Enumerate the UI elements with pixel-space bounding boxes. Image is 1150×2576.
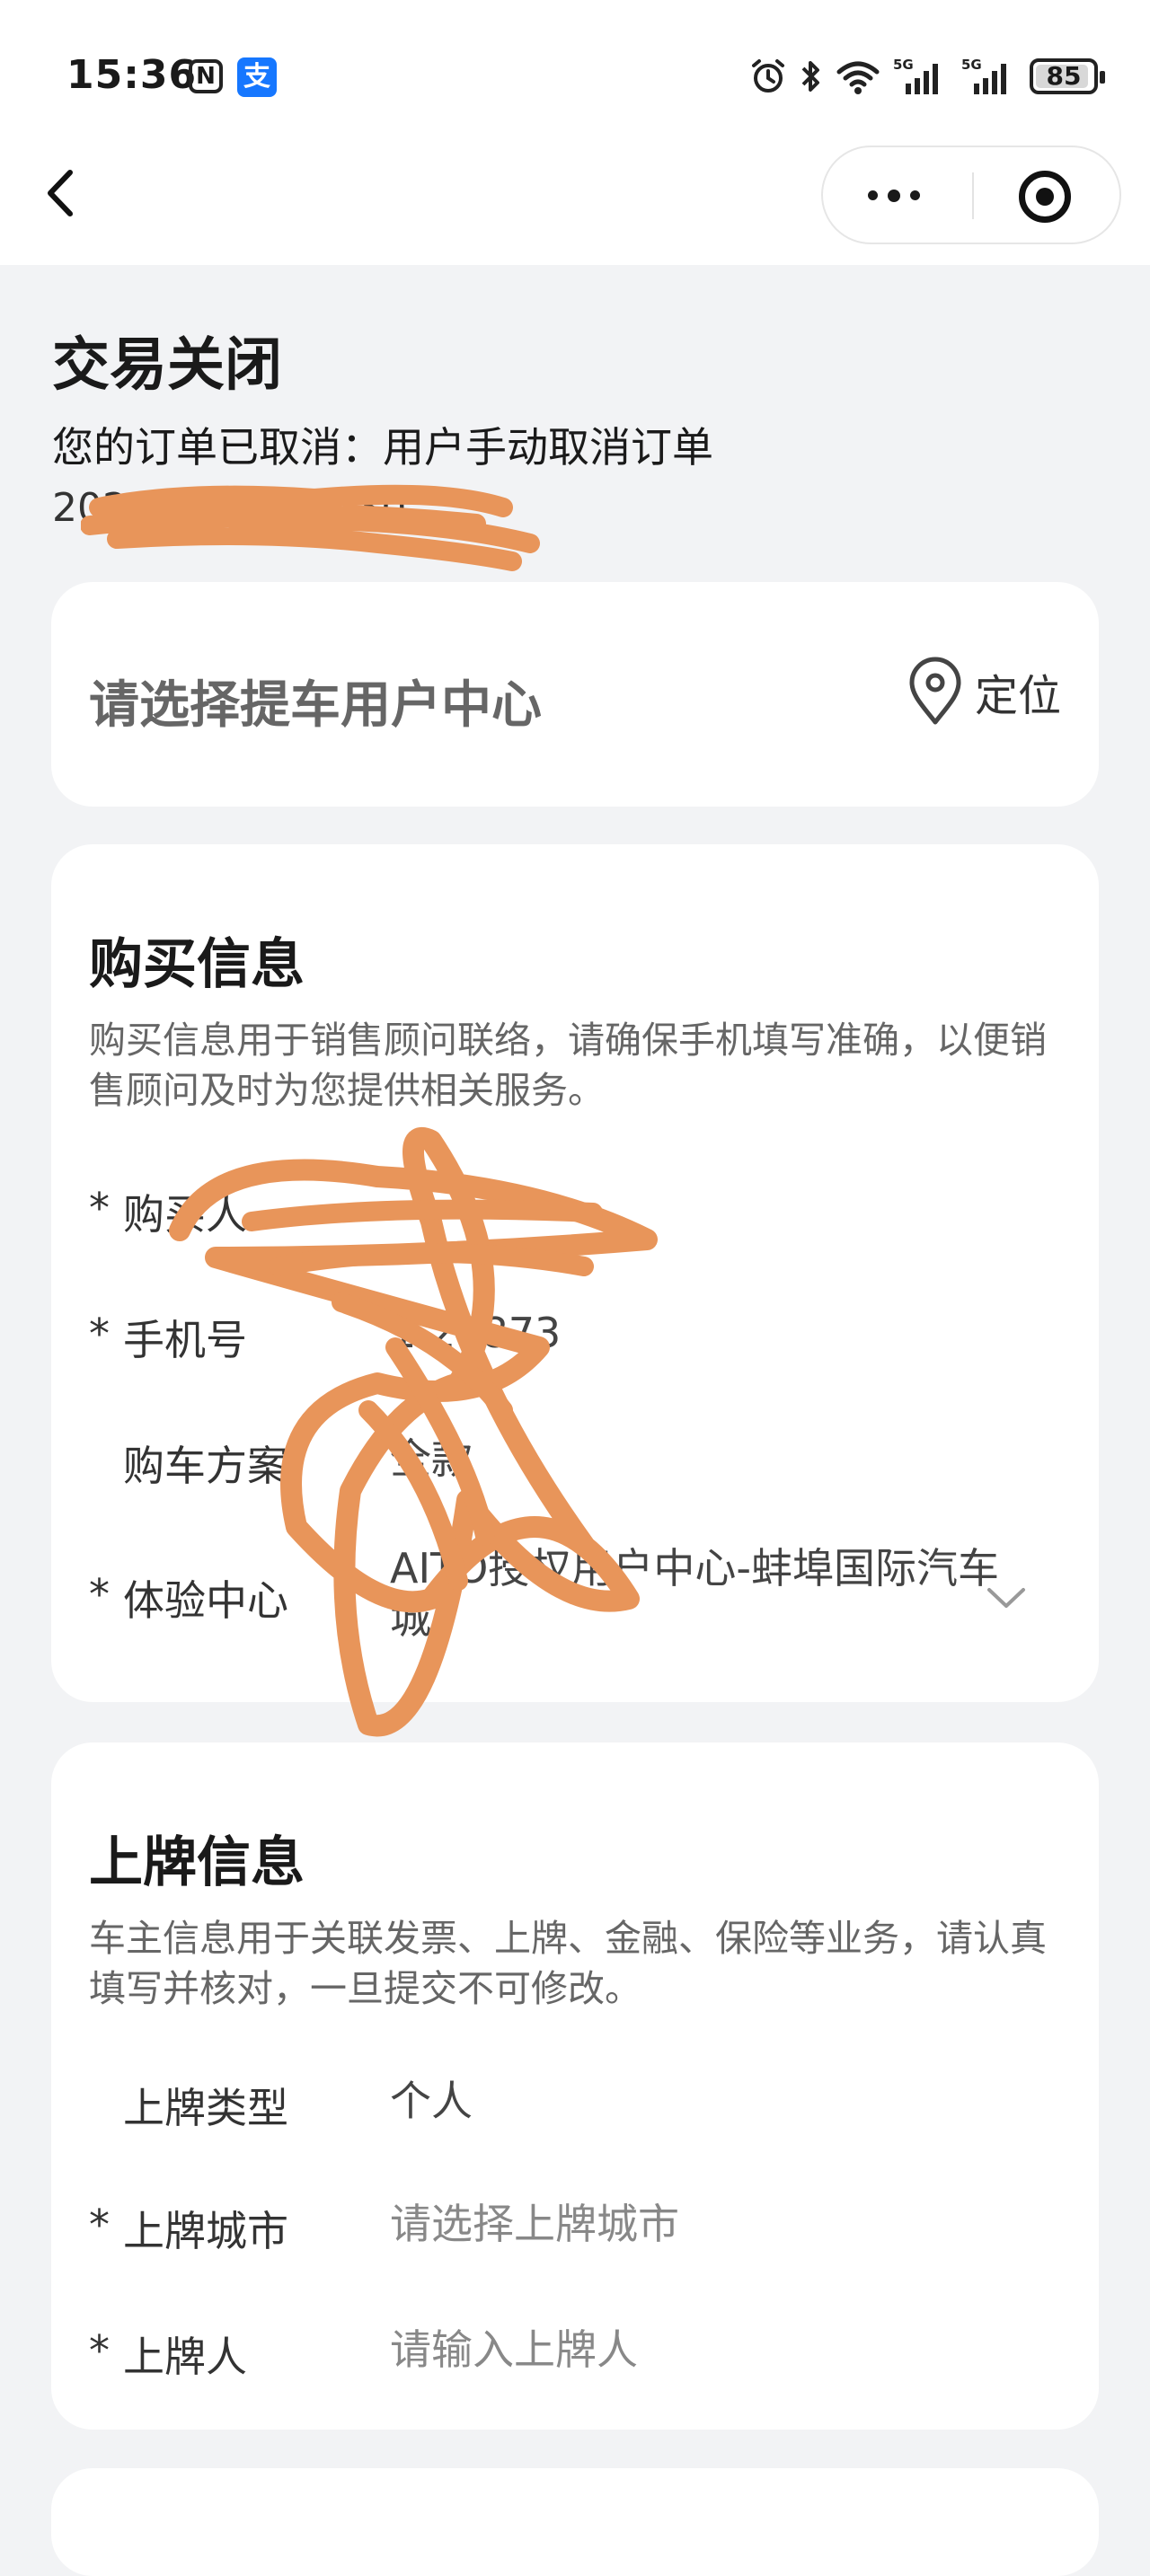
purchase-info-title: 购买信息 <box>89 933 305 996</box>
required-mark: * <box>89 1570 110 1619</box>
experience-center-label: 体验中心 <box>123 1576 288 1625</box>
plate-owner-label: 上牌人 <box>123 2333 247 2381</box>
chevron-down-icon <box>987 1588 1025 1608</box>
buyer-label: 购买人 <box>123 1190 247 1239</box>
plate-info-card: 上牌信息 车主信息用于关联发票、上牌、金融、保险等业务，请认真填写并核对，一旦提… <box>51 1742 1099 2430</box>
locate-button[interactable]: 定位 <box>905 656 1061 728</box>
signal-5g-label: 5G <box>961 57 982 73</box>
clock: 15:36 <box>66 52 198 98</box>
plate-city-label: 上牌城市 <box>123 2207 288 2255</box>
order-status-title: 交易关闭 <box>52 332 282 399</box>
phone-label: 手机号 <box>123 1316 247 1364</box>
required-mark: * <box>89 1310 110 1358</box>
alarm-icon <box>752 59 784 93</box>
experience-center-value: AITO授权用户中心-蚌埠国际汽车城 <box>390 1544 999 1643</box>
target-circle-icon <box>1019 171 1071 223</box>
purchase-plan-label: 购车方案 <box>123 1442 288 1490</box>
plate-type-value: 个人 <box>390 2077 473 2125</box>
signal-5g-icon: 5G <box>893 57 938 94</box>
system-icons: 5G 5G 85 <box>749 54 1105 99</box>
next-section-card <box>51 2468 1099 2576</box>
purchase-info-description: 购买信息用于销售顾问联络，请确保手机填写准确，以便销售顾问及时为您提供相关服务。 <box>89 1019 1047 1112</box>
status-bar: 15:36 N 支 5G 5G 85 <box>0 0 1150 153</box>
more-button[interactable] <box>823 147 972 243</box>
order-time: 2025 /05 1 :33:30 <box>52 485 407 531</box>
buyer-field[interactable]: * 购买人 <box>89 1175 1059 1247</box>
required-mark: * <box>89 1184 110 1232</box>
order-status-description: 您的订单已取消：用户手动取消订单 <box>52 423 713 472</box>
plate-info-description: 车主信息用于关联发票、上牌、金融、保险等业务，请认真填写并核对，一旦提交不可修改… <box>89 1917 1047 2010</box>
wifi-icon <box>836 61 880 94</box>
plate-city-placeholder: 请选择上牌城市 <box>390 2200 679 2248</box>
chevron-left-icon <box>48 170 73 216</box>
phone-value: 1 20873 <box>390 1309 562 1357</box>
dealer-placeholder: 请选择提车用户中心 <box>89 676 542 735</box>
plate-owner-placeholder: 请输入上牌人 <box>390 2325 638 2374</box>
required-mark: * <box>89 2201 110 2249</box>
phone-field[interactable]: * 手机号 1 20873 <box>89 1301 1059 1372</box>
required-mark: * <box>89 2326 110 2375</box>
location-pin-icon <box>909 657 961 725</box>
purchase-info-card: 购买信息 购买信息用于销售顾问联络，请确保手机填写准确，以便销售顾问及时为您提供… <box>51 844 1099 1702</box>
bluetooth-icon <box>801 61 819 92</box>
locate-label: 定位 <box>974 671 1061 721</box>
plate-info-title: 上牌信息 <box>89 1831 305 1894</box>
signal-5g-icon: 5G <box>961 57 1006 94</box>
plate-owner-field[interactable]: * 上牌人 请输入上牌人 <box>89 2317 1059 2389</box>
nfc-icon: N <box>189 59 223 93</box>
purchase-plan-value: 全款 <box>390 1434 473 1483</box>
plate-type-field: 上牌类型 个人 <box>89 2069 1059 2140</box>
alipay-icon: 支 <box>237 57 277 97</box>
plate-city-field[interactable]: * 上牌城市 请选择上牌城市 <box>89 2192 1059 2263</box>
plate-type-label: 上牌类型 <box>123 2084 288 2132</box>
mini-program-capsule <box>821 146 1121 244</box>
back-button[interactable] <box>40 162 84 225</box>
purchase-plan-field: 购车方案 全款 <box>89 1426 1059 1498</box>
experience-center-field[interactable]: * 体验中心 AITO授权用户中心-蚌埠国际汽车城 <box>89 1543 1059 1651</box>
battery-icon: 85 <box>1030 58 1105 94</box>
battery-level: 85 <box>1046 61 1082 91</box>
dealer-selector-card[interactable]: 请选择提车用户中心 定位 <box>51 582 1099 807</box>
close-miniprogram-button[interactable] <box>974 147 1123 243</box>
signal-5g-label: 5G <box>893 57 914 73</box>
more-dots-icon <box>868 189 920 202</box>
